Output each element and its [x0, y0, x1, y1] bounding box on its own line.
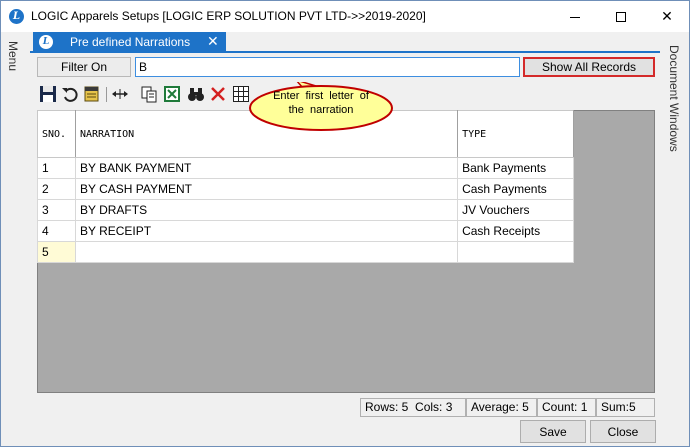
status-cols: Cols: 3 [415, 400, 453, 414]
callout-line-1: Enter first letter of [273, 90, 369, 102]
delete-icon[interactable] [209, 85, 227, 103]
column-header-type[interactable]: TYPE [457, 110, 574, 158]
save-button[interactable]: Save [520, 420, 586, 443]
maximize-button[interactable] [598, 1, 644, 32]
table-row-new[interactable]: 5 [37, 241, 574, 263]
close-window-button[interactable]: ✕ [644, 1, 690, 32]
cell-narration[interactable]: BY CASH PAYMENT [74, 178, 459, 200]
cell-type[interactable]: Cash Payments [457, 178, 574, 200]
cell-type[interactable]: JV Vouchers [457, 199, 574, 221]
tab-label: Pre defined Narrations [70, 35, 191, 49]
title-bar[interactable]: L LOGIC Apparels Setups [LOGIC ERP SOLUT… [1, 1, 689, 32]
callout-line-2: the narration [288, 104, 354, 116]
maximize-icon [616, 12, 626, 23]
cell-sno[interactable]: 3 [37, 199, 76, 221]
minimize-button[interactable] [552, 1, 598, 32]
undo-icon[interactable] [61, 85, 79, 103]
document-windows-label[interactable]: Document Windows [667, 45, 681, 152]
filter-input[interactable] [135, 57, 520, 77]
resize-columns-icon[interactable] [111, 85, 129, 103]
callout-text: Enter first letter of the narration [265, 89, 377, 117]
cell-narration[interactable]: BY DRAFTS [74, 199, 459, 221]
status-sum: Sum:5 [596, 398, 655, 417]
tab-close-icon[interactable]: ✕ [207, 33, 219, 50]
window-title: LOGIC Apparels Setups [LOGIC ERP SOLUTIO… [31, 9, 426, 23]
cell-type[interactable] [457, 241, 574, 263]
table-row[interactable]: 3 BY DRAFTS JV Vouchers [37, 199, 574, 221]
copy-icon[interactable] [140, 85, 158, 103]
cell-narration[interactable]: BY BANK PAYMENT [74, 157, 459, 179]
minimize-icon [570, 16, 580, 18]
tab-logo-icon: L [39, 35, 53, 49]
show-all-records-button[interactable]: Show All Records [523, 57, 655, 77]
menu-label[interactable]: Menu [6, 41, 20, 71]
cell-sno[interactable]: 5 [37, 241, 76, 263]
status-rows-cols: Rows: 5 Cols: 3 [360, 398, 466, 417]
status-rows: Rows: 5 [365, 400, 409, 414]
cell-type[interactable]: Bank Payments [457, 157, 574, 179]
close-button[interactable]: Close [590, 420, 656, 443]
narrations-grid[interactable]: SNO. NARRATION TYPE 1 BY BANK PAYMENT Ba… [37, 110, 574, 263]
app-logo-icon: L [9, 9, 24, 24]
toolbar-separator [106, 87, 107, 102]
table-row[interactable]: 1 BY BANK PAYMENT Bank Payments [37, 157, 574, 179]
excel-icon[interactable] [163, 85, 181, 103]
cell-narration[interactable]: BY RECEIPT [74, 220, 459, 242]
close-icon: ✕ [661, 8, 673, 24]
status-count: Count: 1 [537, 398, 596, 417]
save-icon[interactable] [39, 85, 57, 103]
cell-type[interactable]: Cash Receipts [457, 220, 574, 242]
notes-icon[interactable] [83, 85, 101, 103]
filter-on-label: Filter On [37, 57, 131, 77]
menu-rail[interactable] [2, 32, 29, 446]
cell-sno[interactable]: 4 [37, 220, 76, 242]
table-row[interactable]: 2 BY CASH PAYMENT Cash Payments [37, 178, 574, 200]
cell-narration[interactable] [74, 241, 459, 263]
cell-sno[interactable]: 1 [37, 157, 76, 179]
status-average: Average: 5 [466, 398, 537, 417]
find-binoculars-icon[interactable] [187, 85, 205, 103]
column-header-sno[interactable]: SNO. [37, 110, 76, 158]
cell-sno[interactable]: 2 [37, 178, 76, 200]
tab-predefined-narrations[interactable]: L Pre defined Narrations ✕ [33, 32, 226, 52]
app-window: L LOGIC Apparels Setups [LOGIC ERP SOLUT… [0, 0, 690, 447]
table-row[interactable]: 4 BY RECEIPT Cash Receipts [37, 220, 574, 242]
